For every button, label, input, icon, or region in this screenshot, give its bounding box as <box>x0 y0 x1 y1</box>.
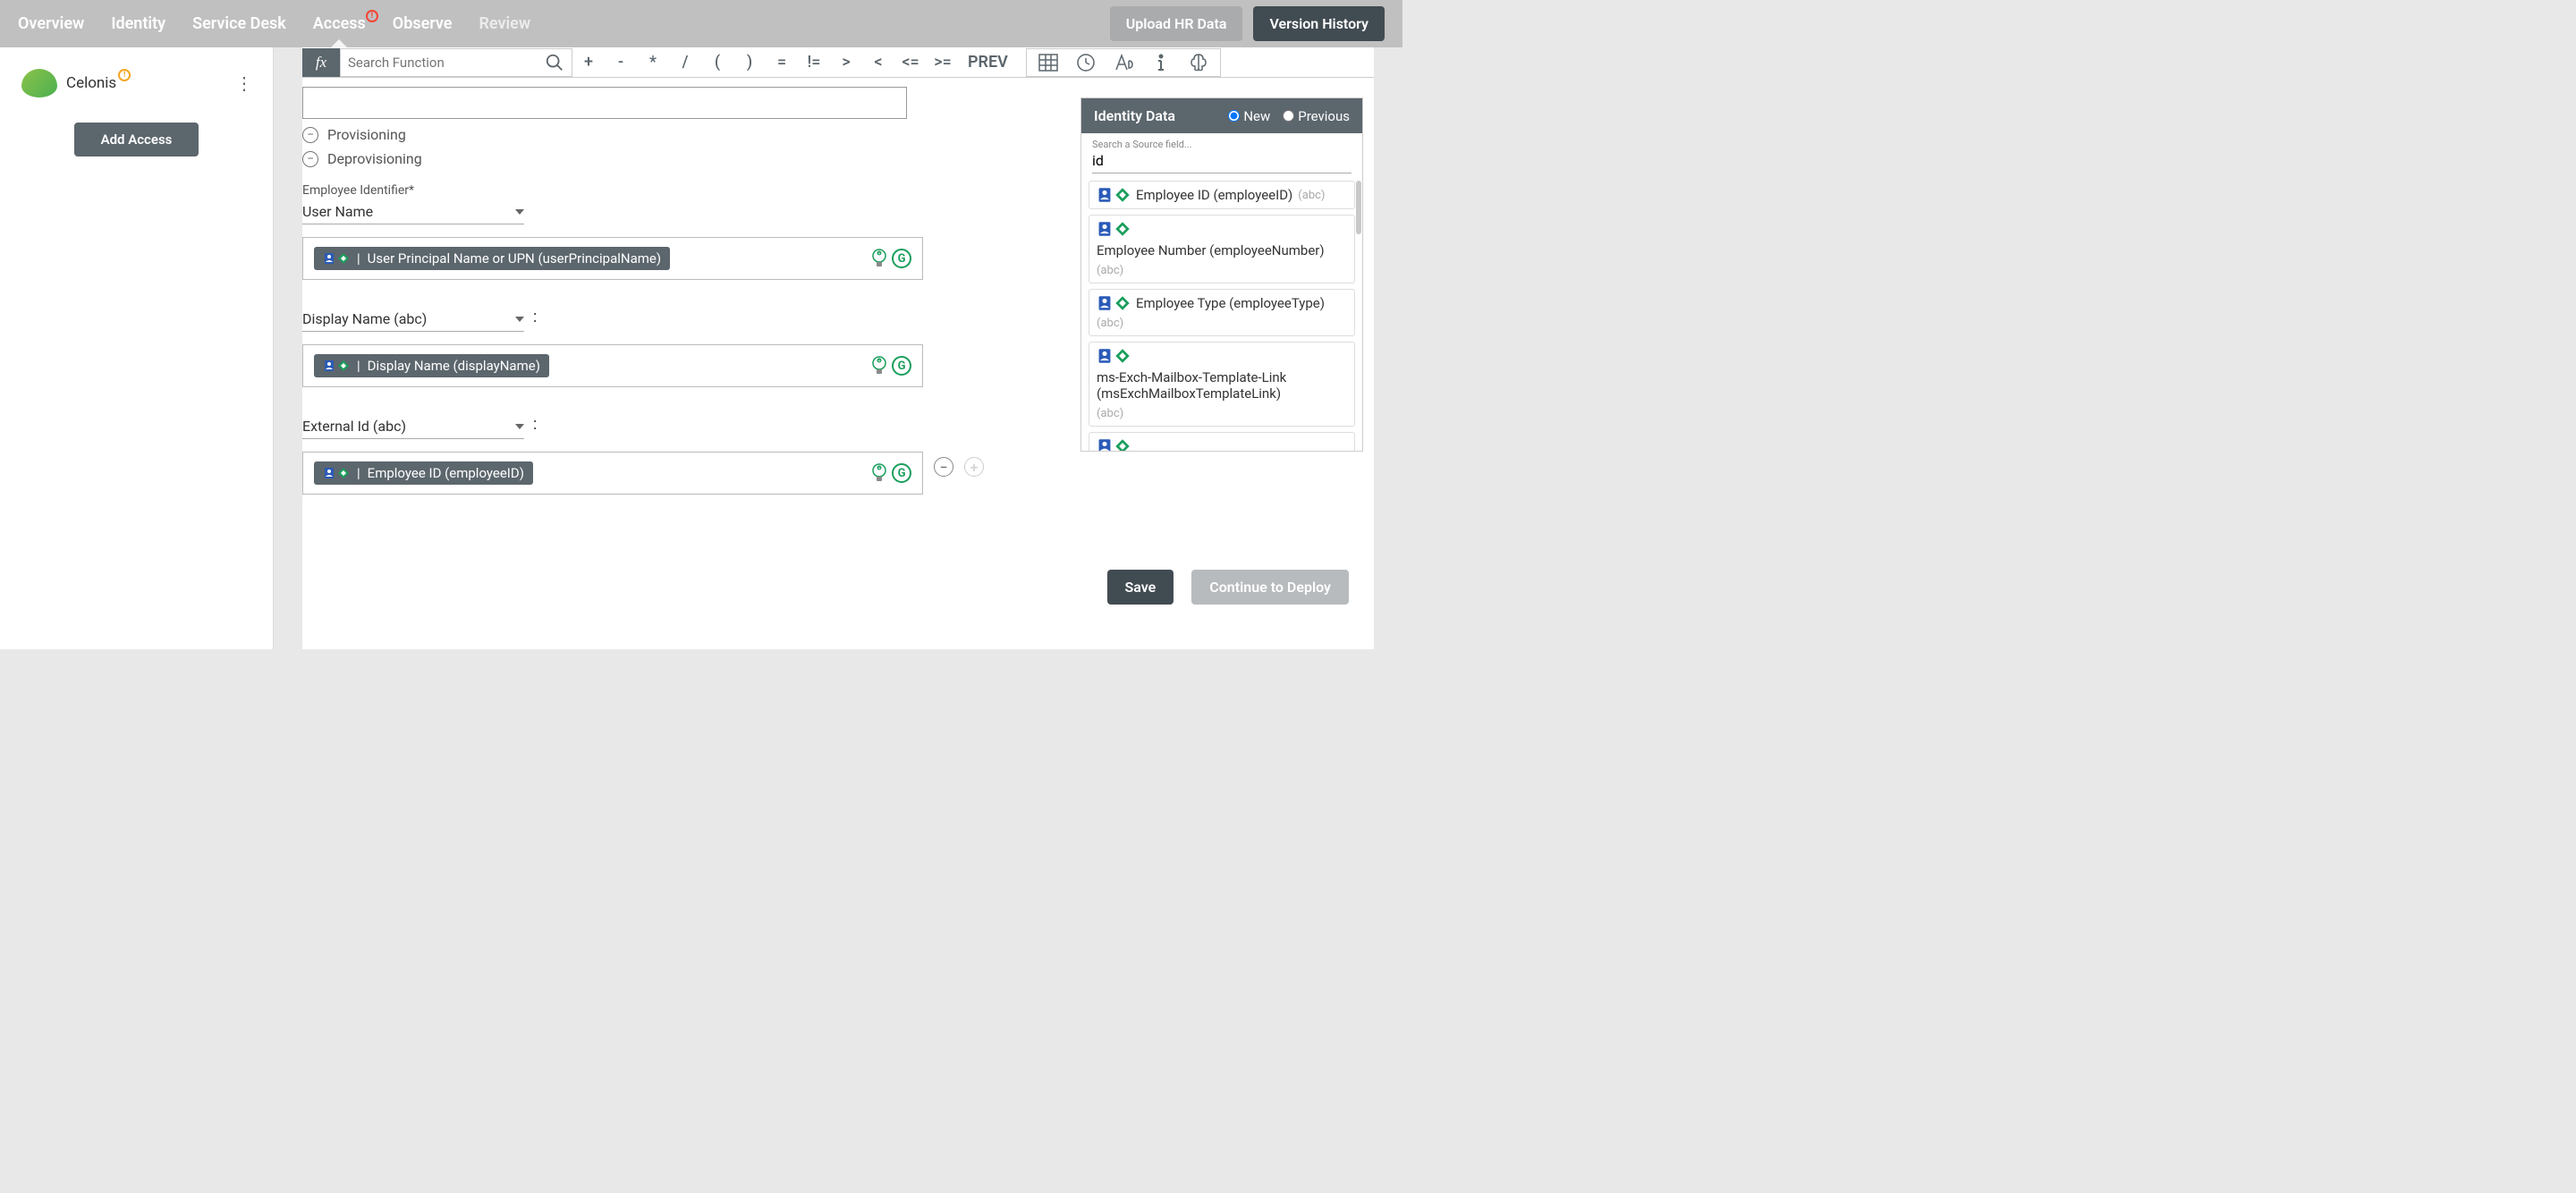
result-list: Employee ID (employeeID) (abc) Employee … <box>1081 173 1362 451</box>
search-source-label: Search a Source field... <box>1092 139 1352 150</box>
table-icon[interactable] <box>1038 52 1059 73</box>
displayname-mapping-box[interactable]: | Display Name (displayName) + G <box>302 344 923 387</box>
brain-icon[interactable] <box>1188 52 1209 73</box>
content-card: fx + - * / ( ) = != > < <= >= <box>302 47 1374 649</box>
collapse-provisioning-icon[interactable]: − <box>302 127 318 143</box>
expression-box[interactable] <box>302 87 907 119</box>
nav-tab-overview[interactable]: Overview <box>18 14 84 33</box>
search-function[interactable] <box>340 48 572 77</box>
result-item[interactable]: ms-Exch-Mailbox-Template-Link (msExchMai… <box>1089 342 1355 427</box>
svg-text:+: + <box>878 359 881 364</box>
formula-bar: fx + - * / ( ) = != > < <= >= <box>302 47 1374 78</box>
collapse-deprovisioning-icon[interactable]: − <box>302 151 318 167</box>
scrollbar[interactable] <box>1356 181 1361 234</box>
op-gt[interactable]: > <box>830 53 862 72</box>
op-minus[interactable]: - <box>605 53 637 72</box>
continue-deploy-button[interactable]: Continue to Deploy <box>1191 570 1349 605</box>
bulb-icon[interactable]: + <box>870 462 888 484</box>
result-item[interactable]: ms-Exch-Mailbox-Template-BL (msExchMailb… <box>1089 432 1355 451</box>
save-button[interactable]: Save <box>1107 570 1174 605</box>
app-logo-icon <box>21 69 57 97</box>
chevron-down-icon <box>515 317 524 322</box>
result-item[interactable]: Employee ID (employeeID) (abc) <box>1089 181 1355 209</box>
op-plus[interactable]: + <box>572 53 605 72</box>
op-div[interactable]: / <box>669 53 701 72</box>
bulb-icon[interactable]: + <box>870 355 888 377</box>
displayname-chip: | Display Name (displayName) <box>314 354 549 377</box>
text-icon[interactable] <box>1113 52 1134 73</box>
op-lparen[interactable]: ( <box>701 53 733 72</box>
colon: : <box>533 308 537 332</box>
version-history-button[interactable]: Version History <box>1253 6 1385 41</box>
grammarly-icon[interactable]: G <box>892 249 911 268</box>
external-id-select[interactable]: External Id (abc) <box>302 414 524 439</box>
op-gte[interactable]: >= <box>927 53 959 72</box>
alert-badge-icon: ! <box>366 10 378 22</box>
search-icon[interactable] <box>545 53 564 72</box>
result-item[interactable]: Employee Type (employeeType) (abc) <box>1089 289 1355 336</box>
employee-identifier-select[interactable]: User Name <box>302 199 524 224</box>
display-name-select[interactable]: Display Name (abc) <box>302 307 524 332</box>
fx-icon: fx <box>302 48 340 77</box>
colon: : <box>533 415 537 439</box>
radio-new[interactable]: New <box>1228 108 1270 124</box>
search-function-input[interactable] <box>348 55 545 71</box>
add-row-button[interactable]: + <box>964 457 984 477</box>
identity-data-panel: Identity Data New Previous Search a Sour… <box>1080 97 1363 452</box>
warning-badge-icon: ! <box>118 69 131 81</box>
op-lte[interactable]: <= <box>894 53 927 72</box>
app-row[interactable]: Celonis ! ⋮ <box>14 62 258 105</box>
externalid-mapping-box[interactable]: | Employee ID (employeeID) + G <box>302 452 923 495</box>
chevron-down-icon <box>515 424 524 429</box>
op-lt[interactable]: < <box>862 53 894 72</box>
nav-tab-identity[interactable]: Identity <box>111 14 165 33</box>
op-eq[interactable]: = <box>766 53 798 72</box>
more-menu-icon[interactable]: ⋮ <box>235 72 251 94</box>
app-name: Celonis <box>66 74 116 92</box>
op-mult[interactable]: * <box>637 53 669 72</box>
left-sidebar: Celonis ! ⋮ Add Access <box>0 47 274 649</box>
chevron-down-icon <box>515 209 524 215</box>
svg-text:+: + <box>878 466 881 471</box>
grammarly-icon[interactable]: G <box>892 356 911 376</box>
nav-tab-review[interactable]: Review <box>479 14 530 33</box>
remove-row-button[interactable]: − <box>934 457 953 477</box>
identity-panel-title: Identity Data <box>1094 107 1175 124</box>
externalid-chip: | Employee ID (employeeID) <box>314 461 533 485</box>
add-access-button[interactable]: Add Access <box>74 123 199 157</box>
search-source-input[interactable] <box>1092 150 1352 173</box>
result-item[interactable]: Employee Number (employeeNumber) (abc) <box>1089 215 1355 283</box>
upn-mapping-box[interactable]: | User Principal Name or UPN (userPrinci… <box>302 237 923 280</box>
nav-tab-access[interactable]: Access ! <box>313 14 366 33</box>
radio-previous[interactable]: Previous <box>1283 108 1350 124</box>
op-neq[interactable]: != <box>798 53 830 72</box>
op-prev[interactable]: PREV <box>959 53 1017 72</box>
top-nav: Overview Identity Service Desk Access ! … <box>0 0 1402 47</box>
clock-icon[interactable] <box>1075 52 1097 73</box>
info-icon[interactable] <box>1150 52 1172 73</box>
upn-chip: | User Principal Name or UPN (userPrinci… <box>314 247 670 270</box>
nav-tab-servicedesk[interactable]: Service Desk <box>192 14 286 33</box>
deprovisioning-label: Deprovisioning <box>327 150 422 167</box>
svg-text:+: + <box>878 251 881 257</box>
provisioning-label: Provisioning <box>327 126 406 143</box>
upload-hr-data-button[interactable]: Upload HR Data <box>1110 6 1243 41</box>
nav-tab-observe[interactable]: Observe <box>393 14 453 33</box>
bulb-icon[interactable]: + <box>870 248 888 269</box>
grammarly-icon[interactable]: G <box>892 463 911 483</box>
op-rparen[interactable]: ) <box>733 53 766 72</box>
